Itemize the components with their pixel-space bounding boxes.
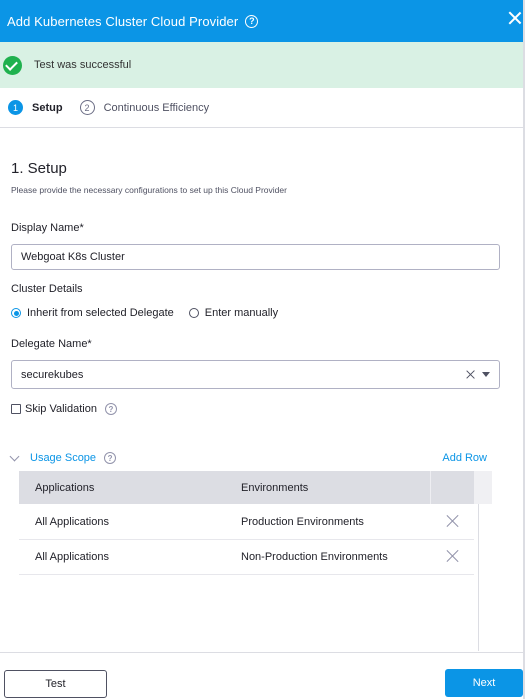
usage-scope-header: Usage Scope ? Add Row (8, 450, 487, 466)
skip-validation-label[interactable]: Skip Validation (25, 403, 97, 415)
delete-row-icon[interactable] (447, 550, 459, 562)
delegate-name-select[interactable]: securekubes (11, 360, 500, 389)
usage-table-header: Applications Environments (19, 471, 474, 504)
row-application[interactable]: All Applications (35, 516, 109, 528)
cluster-details-label: Cluster Details (11, 283, 83, 295)
test-button[interactable]: Test (4, 670, 107, 698)
success-banner: Test was successful (0, 42, 525, 88)
display-name-value: Webgoat K8s Cluster (21, 251, 125, 263)
inherit-delegate-radio[interactable] (11, 308, 21, 318)
delegate-name-label: Delegate Name* (11, 338, 92, 350)
enter-manually-label[interactable]: Enter manually (205, 307, 278, 319)
display-name-input[interactable]: Webgoat K8s Cluster (11, 244, 500, 270)
close-icon[interactable] (508, 11, 522, 25)
clear-icon[interactable] (466, 370, 475, 379)
row-environment[interactable]: Production Environments (241, 516, 364, 528)
column-header-environments: Environments (241, 481, 309, 494)
step-2-number[interactable]: 2 (79, 100, 95, 115)
table-row: All Applications Non-Production Environm… (19, 540, 474, 575)
chevron-down-icon[interactable] (482, 372, 490, 377)
enter-manually-radio[interactable] (188, 308, 199, 318)
row-environment[interactable]: Non-Production Environments (241, 551, 388, 563)
row-application[interactable]: All Applications (35, 551, 109, 563)
delegate-name-value: securekubes (21, 368, 84, 381)
delete-row-icon[interactable] (447, 515, 459, 527)
help-circle-icon[interactable]: ? (104, 403, 117, 415)
help-circle-icon[interactable]: ? (104, 452, 117, 464)
dialog-title: Add Kubernetes Cluster Cloud Provider (7, 13, 239, 29)
help-circle-icon[interactable]: ? (245, 14, 259, 28)
step-1-label[interactable]: Setup (32, 102, 63, 114)
check-circle-icon (3, 55, 22, 75)
chevron-down-icon[interactable] (9, 451, 20, 461)
display-name-label: Display Name* (11, 222, 84, 234)
skip-validation-checkbox[interactable] (11, 404, 21, 414)
table-scrollbar[interactable] (478, 504, 492, 651)
skip-validation-row: Skip Validation ? (11, 403, 117, 415)
status-message: Test was successful (34, 59, 132, 71)
inherit-delegate-label[interactable]: Inherit from selected Delegate (27, 307, 174, 319)
step-1-number[interactable]: 1 (8, 100, 23, 115)
cluster-details-options: Inherit from selected Delegate Enter man… (11, 307, 278, 319)
wizard-steps: 1 Setup 2 Continuous Efficiency (0, 88, 525, 128)
usage-scope-label[interactable]: Usage Scope (30, 452, 96, 464)
next-button[interactable]: Next (445, 669, 523, 697)
table-row: All Applications Production Environments (19, 505, 474, 540)
dialog-header: Add Kubernetes Cluster Cloud Provider ? (0, 0, 525, 42)
column-header-applications: Applications (35, 481, 95, 494)
section-title: 1. Setup (11, 160, 67, 177)
dialog-footer: Test Next (0, 652, 525, 699)
step-2-label[interactable]: Continuous Efficiency (104, 102, 210, 114)
add-row-link[interactable]: Add Row (442, 452, 487, 464)
section-description: Please provide the necessary configurati… (11, 185, 287, 195)
